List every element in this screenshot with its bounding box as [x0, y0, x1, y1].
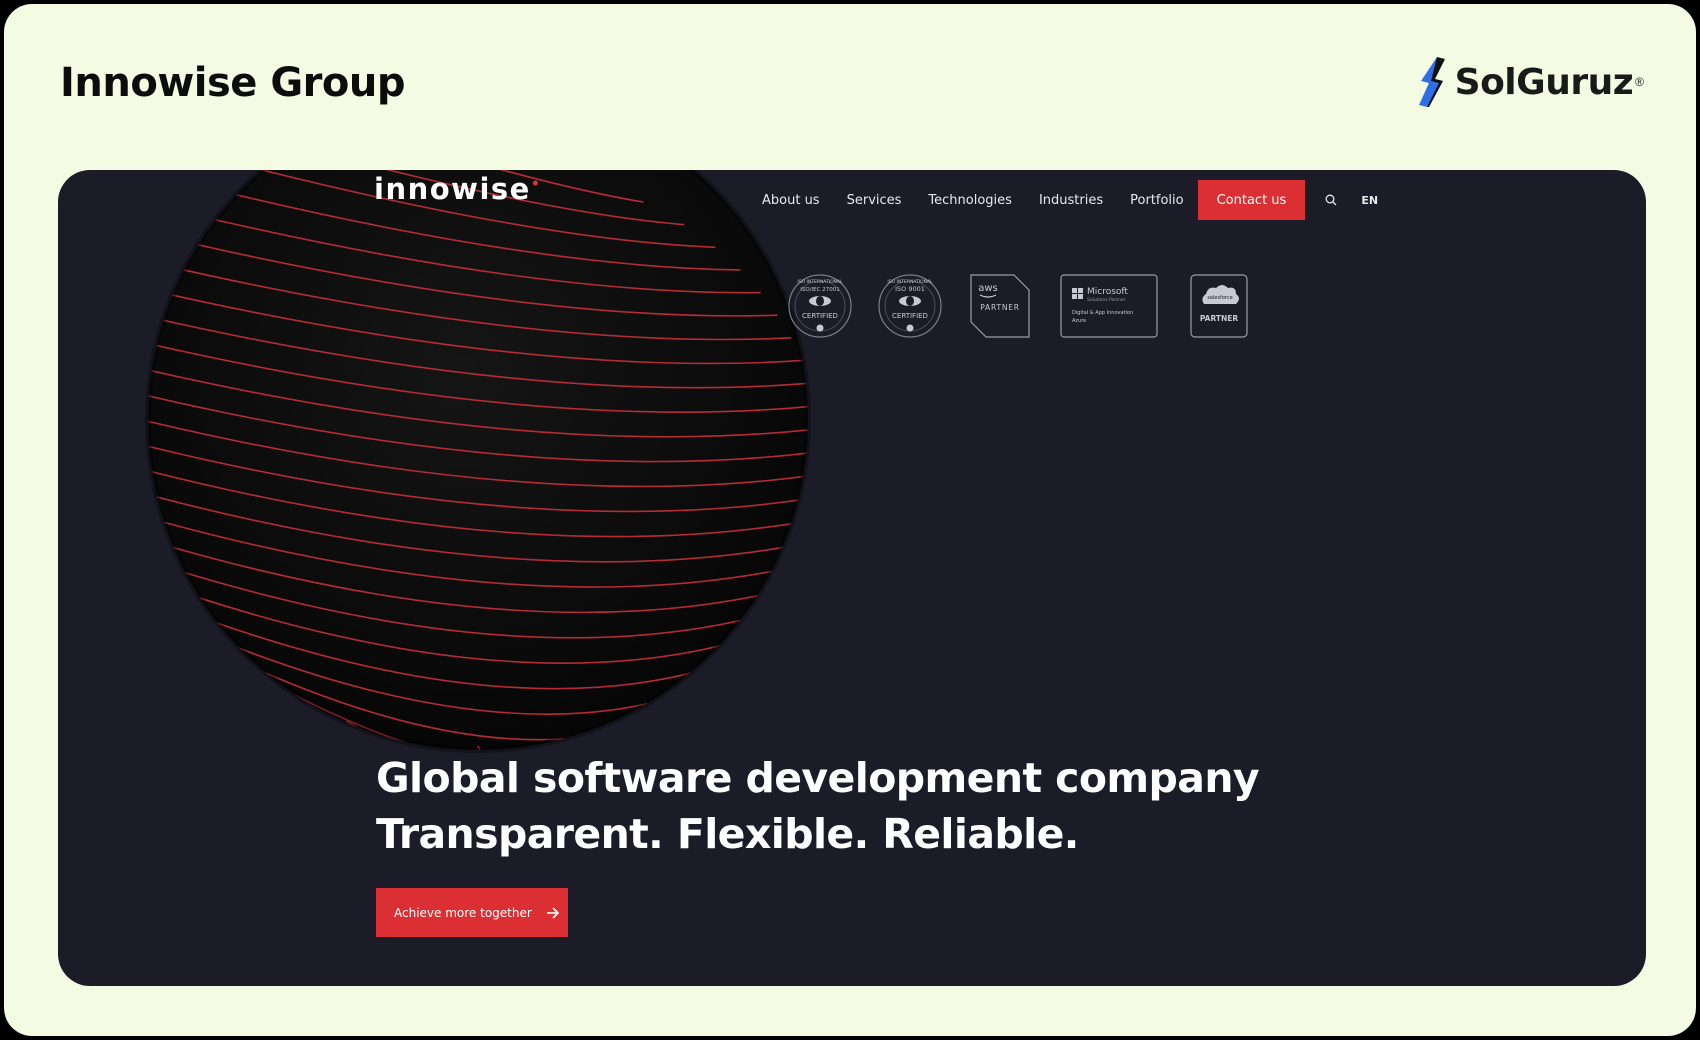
arrow-right-icon: [546, 906, 560, 919]
microsoft-line1: Microsoft: [1087, 287, 1128, 297]
aws-partner-badge-icon: aws PARTNER: [970, 274, 1030, 338]
aws-line1: aws: [978, 283, 998, 294]
cta-label: Achieve more together: [394, 905, 532, 920]
main-nav: About us Services Technologies Industrie…: [762, 180, 1378, 220]
hero-headline: Global software development company Tran…: [376, 750, 1260, 862]
sphere-graphic-icon: [145, 170, 811, 753]
logo-text: innowise: [374, 172, 531, 206]
iso-9001-badge-icon: ISO INTERNATIONAL ISO 9001 CERTIFIED: [878, 274, 942, 338]
brand-logo: SolGuruz ®: [1415, 52, 1644, 112]
microsoft-line3: Digital & App Innovation: [1072, 310, 1133, 316]
brand-name: SolGuruz: [1454, 61, 1634, 103]
language-selector[interactable]: EN: [1361, 194, 1378, 207]
salesforce-partner-badge-icon: salesforce PARTNER: [1190, 274, 1248, 338]
website-screenshot: innowise• About us Services Technologies…: [58, 170, 1646, 986]
search-icon[interactable]: [1325, 194, 1337, 206]
microsoft-line4: Azure: [1072, 318, 1086, 324]
microsoft-partner-badge-icon: Microsoft Solutions Partner Digital & Ap…: [1060, 274, 1158, 338]
logo-dot: •: [530, 176, 542, 193]
innowise-logo[interactable]: innowise•: [374, 172, 541, 206]
page-title: Innowise Group: [60, 60, 406, 106]
iso-9001-line1: ISO 9001: [895, 285, 925, 293]
nav-industries[interactable]: Industries: [1039, 193, 1103, 208]
contact-us-button[interactable]: Contact us: [1197, 180, 1306, 220]
screenshot-frame: Innowise Group SolGuruz ® innowise• Abou…: [4, 4, 1696, 1036]
brand-registered-mark: ®: [1635, 75, 1644, 89]
microsoft-line2: Solutions Partner: [1087, 297, 1126, 303]
nav-about-us[interactable]: About us: [762, 193, 820, 208]
salesforce-line1: salesforce: [1207, 295, 1232, 301]
nav-services[interactable]: Services: [847, 193, 902, 208]
iso-27001-line1: ISO/IEC 27001: [800, 287, 839, 293]
hero-line-1: Global software development company: [376, 754, 1260, 802]
nav-portfolio[interactable]: Portfolio: [1130, 193, 1183, 208]
achieve-more-together-button[interactable]: Achieve more together: [376, 888, 568, 937]
salesforce-line2: PARTNER: [1200, 314, 1239, 323]
iso-27001-top: ISO INTERNATIONAL: [797, 279, 843, 285]
iso-27001-line2: CERTIFIED: [802, 312, 838, 320]
hero-line-2: Transparent. Flexible. Reliable.: [376, 810, 1079, 858]
iso-27001-badge-icon: ISO INTERNATIONAL ISO/IEC 27001 CERTIFIE…: [788, 274, 852, 338]
aws-line2: PARTNER: [980, 303, 1020, 312]
nav-technologies[interactable]: Technologies: [928, 193, 1012, 208]
solguruz-logo-icon: [1418, 57, 1445, 107]
iso-9001-line2: CERTIFIED: [892, 312, 928, 320]
